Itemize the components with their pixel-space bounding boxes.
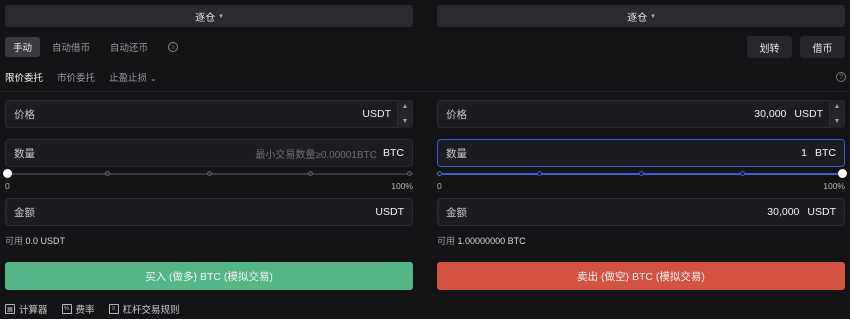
mode-auto-borrow-chip[interactable]: 自动借币 bbox=[44, 37, 98, 57]
stepper-down-icon[interactable]: ▼ bbox=[398, 114, 412, 128]
calculator-link[interactable]: ▦ 计算器 bbox=[5, 302, 48, 316]
price-unit: USDT bbox=[794, 108, 823, 120]
price-label: 价格 bbox=[446, 108, 467, 121]
fees-link[interactable]: % 费率 bbox=[61, 302, 95, 316]
fees-label: 费率 bbox=[75, 305, 95, 316]
chevron-down-icon: ⌄ bbox=[150, 74, 157, 83]
calculator-label: 计算器 bbox=[19, 305, 48, 316]
calculator-icon: ▦ bbox=[5, 304, 15, 314]
chevron-down-icon: ▾ bbox=[651, 13, 655, 20]
slider-handle[interactable] bbox=[838, 169, 847, 178]
tab-market-order[interactable]: 市价委托 bbox=[57, 70, 95, 84]
slider-tick[interactable] bbox=[308, 171, 313, 176]
tab-stop-order[interactable]: 止盈止损 ⌄ bbox=[109, 70, 157, 84]
sell-amount-field[interactable]: 数量 1 BTC bbox=[437, 139, 845, 167]
amount-unit: BTC bbox=[815, 147, 836, 159]
borrow-button[interactable]: 借币 bbox=[800, 36, 845, 58]
stepper-down-icon[interactable]: ▼ bbox=[830, 114, 844, 128]
sell-slider-labels: 0 100% bbox=[437, 181, 845, 191]
info-icon[interactable]: i bbox=[168, 42, 179, 52]
available-value: 1.00000000 BTC bbox=[457, 236, 526, 246]
available-value: 0.0 USDT bbox=[25, 236, 66, 246]
sell-price-field[interactable]: 价格 30,000 USDT ▲ ▼ bbox=[437, 100, 845, 128]
slider-tick[interactable] bbox=[437, 171, 442, 176]
amount-label: 数量 bbox=[446, 147, 467, 160]
fee-icon: % bbox=[61, 304, 72, 314]
right-margin-mode-select[interactable]: 逐仓 ▾ bbox=[437, 5, 845, 27]
buy-slider-labels: 0 100% bbox=[5, 181, 413, 191]
sell-amount-slider[interactable] bbox=[437, 169, 847, 178]
buy-available: 可用 0.0 USDT bbox=[5, 234, 65, 247]
slider-min-label: 0 bbox=[437, 181, 442, 191]
slider-handle[interactable] bbox=[3, 169, 12, 178]
price-stepper: ▲ ▼ bbox=[397, 100, 412, 128]
amount-placeholder: 最小交易数量≥0.00001BTC bbox=[255, 149, 377, 161]
rules-icon: ≡ bbox=[108, 304, 119, 314]
total-unit: USDT bbox=[375, 206, 404, 218]
margin-mode-label: 逐仓 bbox=[195, 12, 216, 24]
price-stepper: ▲ ▼ bbox=[829, 100, 844, 128]
slider-tick[interactable] bbox=[537, 171, 542, 176]
slider-tick[interactable] bbox=[639, 171, 644, 176]
footer-links: ▦ 计算器 % 费率 ≡ 杠杆交易规则 bbox=[5, 302, 180, 316]
slider-tick[interactable] bbox=[407, 171, 412, 176]
amount-value: 1 bbox=[801, 147, 807, 159]
mode-auto-repay-chip[interactable]: 自动还币 bbox=[102, 37, 156, 57]
available-label: 可用 bbox=[5, 236, 24, 246]
sell-short-button[interactable]: 卖出 (做空) BTC (模拟交易) bbox=[437, 262, 845, 290]
slider-tick[interactable] bbox=[105, 171, 110, 176]
tab-limit-order[interactable]: 限价委托 bbox=[5, 70, 43, 84]
price-label: 价格 bbox=[14, 108, 35, 121]
total-label: 金额 bbox=[14, 206, 35, 219]
sell-available: 可用 1.00000000 BTC bbox=[437, 234, 526, 247]
buy-total-field[interactable]: 金额 USDT bbox=[5, 198, 413, 226]
buy-amount-slider[interactable] bbox=[3, 169, 413, 178]
amount-label: 数量 bbox=[14, 147, 35, 160]
slider-tick[interactable] bbox=[207, 171, 212, 176]
price-unit: USDT bbox=[362, 108, 391, 120]
rules-label: 杠杆交易规则 bbox=[122, 305, 180, 316]
order-type-tabs: 限价委托 市价委托 止盈止损 ⌄ bbox=[5, 70, 157, 84]
mode-manual-chip[interactable]: 手动 bbox=[5, 37, 41, 57]
margin-mode-label: 逐仓 bbox=[627, 12, 648, 24]
slider-tick[interactable] bbox=[740, 171, 745, 176]
rules-link[interactable]: ≡ 杠杆交易规则 bbox=[108, 302, 180, 316]
price-value: 30,000 bbox=[754, 108, 787, 120]
left-margin-mode-select[interactable]: 逐仓 ▾ bbox=[5, 5, 413, 27]
slider-min-label: 0 bbox=[5, 181, 10, 191]
stepper-up-icon[interactable]: ▲ bbox=[398, 100, 412, 115]
divider bbox=[0, 91, 850, 92]
buy-price-field[interactable]: 价格 USDT ▲ ▼ bbox=[5, 100, 413, 128]
slider-max-label: 100% bbox=[823, 181, 845, 191]
buy-amount-field[interactable]: 数量 最小交易数量≥0.00001BTC BTC bbox=[5, 139, 413, 167]
stepper-up-icon[interactable]: ▲ bbox=[830, 100, 844, 115]
total-label: 金额 bbox=[446, 206, 467, 219]
sell-total-field[interactable]: 金额 30,000 USDT bbox=[437, 198, 845, 226]
buy-long-button[interactable]: 买入 (做多) BTC (模拟交易) bbox=[5, 262, 413, 290]
tab-stop-order-label: 止盈止损 bbox=[109, 73, 148, 84]
help-icon[interactable]: ? bbox=[836, 72, 846, 82]
transfer-button[interactable]: 划转 bbox=[747, 36, 792, 58]
slider-max-label: 100% bbox=[391, 181, 413, 191]
order-mode-group: 手动 自动借币 自动还币 i bbox=[5, 37, 179, 57]
amount-unit: BTC bbox=[383, 147, 404, 159]
total-unit: USDT bbox=[807, 206, 836, 218]
total-value: 30,000 bbox=[767, 206, 800, 218]
chevron-down-icon: ▾ bbox=[219, 13, 223, 20]
available-label: 可用 bbox=[437, 236, 456, 246]
